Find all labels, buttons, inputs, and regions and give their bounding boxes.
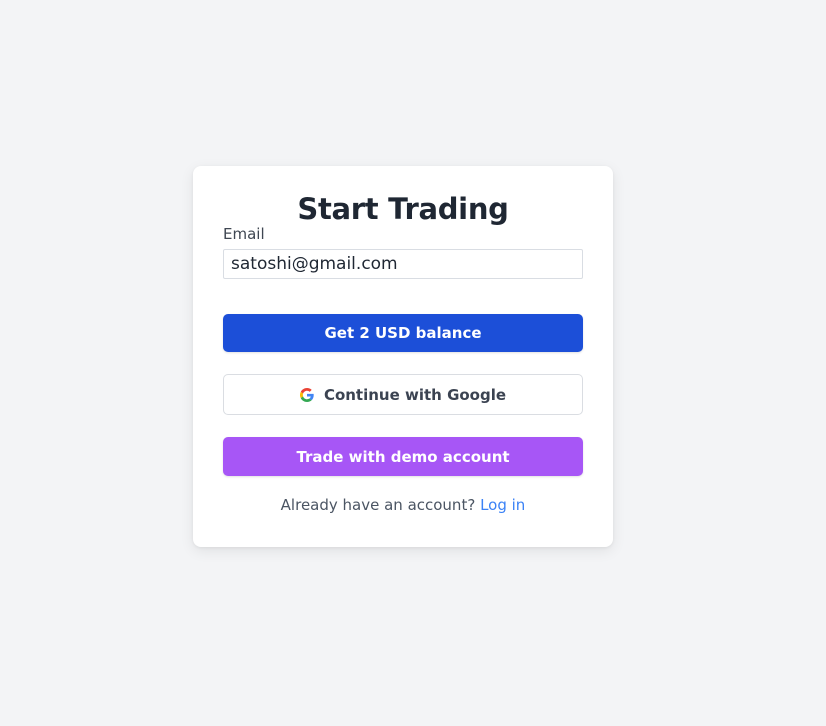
get-balance-button-label: Get 2 USD balance xyxy=(324,324,482,342)
google-logo-icon xyxy=(299,387,314,402)
get-balance-button[interactable]: Get 2 USD balance xyxy=(223,314,583,352)
trade-demo-account-button[interactable]: Trade with demo account xyxy=(223,437,583,476)
login-prompt: Already have an account? Log in xyxy=(193,496,613,514)
continue-with-google-button[interactable]: Continue with Google xyxy=(223,374,583,415)
login-prompt-text: Already have an account? xyxy=(280,496,476,514)
trade-demo-account-label: Trade with demo account xyxy=(296,447,510,466)
email-field[interactable] xyxy=(223,249,583,279)
email-label: Email xyxy=(223,225,265,243)
continue-with-google-label: Continue with Google xyxy=(323,385,507,404)
signup-card: Start Trading Email Get 2 USD balance Co… xyxy=(193,166,613,547)
login-link[interactable]: Log in xyxy=(480,496,525,514)
page-title: Start Trading xyxy=(297,192,509,226)
